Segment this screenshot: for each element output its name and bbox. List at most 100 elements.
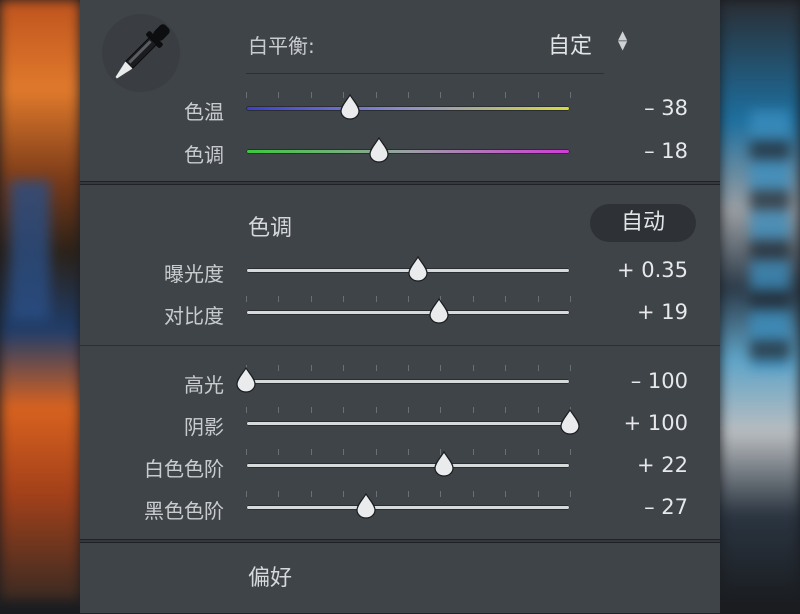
slider-tick: [505, 92, 507, 98]
blacks-slider-thumb[interactable]: [355, 493, 377, 519]
temperature-label: 色温: [184, 100, 224, 124]
updown-chevron-icon[interactable]: ▲ ▼: [618, 29, 627, 51]
highlights-slider-thumb[interactable]: [235, 367, 257, 393]
slider-tick: [278, 491, 280, 497]
divider: [246, 73, 604, 74]
slider-row-tint: 色调 – 18: [80, 131, 720, 171]
highlights-track[interactable]: [246, 379, 570, 384]
slider-tick: [408, 491, 409, 497]
exposure-label: 曝光度: [164, 262, 224, 286]
slider-tick: [278, 92, 280, 98]
slider-tick: [537, 407, 539, 413]
slider-row-blacks: 黑色色阶 – 27: [80, 487, 720, 527]
whites-slider-thumb[interactable]: [433, 451, 455, 477]
exposure-value[interactable]: + 0.35: [617, 258, 688, 282]
slider-row-highlights: 高光 – 100: [80, 361, 720, 401]
slider-tick: [246, 449, 247, 455]
slider-tick: [472, 449, 474, 455]
slider-tick: [537, 92, 539, 98]
slider-tick: [570, 296, 571, 302]
slider-tick: [310, 491, 312, 497]
slider-tick: [570, 92, 571, 98]
shadows-label: 阴影: [184, 415, 224, 439]
slider-tick: [408, 365, 409, 371]
contrast-value[interactable]: + 19: [637, 300, 688, 324]
tone-title: 色调: [248, 216, 293, 241]
develop-basic-panel: 白平衡: 自定 ▲ ▼ 色温 – 38 色调 – 18 色调 自动 曝光度 + …: [80, 0, 720, 614]
slider-tick: [310, 365, 312, 371]
slider-row-exposure: 曝光度 + 0.35: [80, 250, 720, 290]
slider-tick: [472, 296, 474, 302]
slider-tick: [472, 365, 474, 371]
slider-ticks: [246, 92, 571, 98]
slider-tick: [505, 491, 507, 497]
temperature-track[interactable]: [246, 106, 570, 111]
whites-track[interactable]: [246, 463, 570, 468]
slider-tick: [537, 296, 539, 302]
slider-ticks: [246, 407, 571, 413]
slider-tick: [440, 491, 442, 497]
slider-ticks: [246, 491, 571, 497]
slider-ticks: [246, 449, 571, 455]
slider-tick: [375, 407, 377, 413]
blacks-track[interactable]: [246, 505, 570, 510]
slider-tick: [570, 449, 571, 455]
slider-tick: [278, 365, 280, 371]
slider-tick: [505, 296, 507, 302]
auto-button[interactable]: 自动: [590, 204, 696, 242]
slider-tick: [343, 449, 345, 455]
shadows-slider-thumb[interactable]: [559, 409, 581, 435]
slider-row-contrast: 对比度 + 19: [80, 292, 720, 332]
slider-ticks: [246, 296, 571, 302]
eyedropper-button[interactable]: [102, 14, 180, 92]
slider-ticks: [246, 365, 571, 371]
tint-slider-thumb[interactable]: [368, 137, 390, 163]
slider-tick: [343, 296, 345, 302]
slider-tick: [310, 407, 312, 413]
slider-tick: [472, 92, 474, 98]
whites-label: 白色色阶: [144, 457, 224, 481]
tint-label: 色调: [184, 143, 224, 167]
temperature-value[interactable]: – 38: [644, 96, 688, 120]
slider-tick: [343, 365, 345, 371]
slider-tick: [408, 449, 409, 455]
slider-tick: [246, 407, 247, 413]
tint-track[interactable]: [246, 149, 570, 154]
slider-tick: [505, 407, 507, 413]
blacks-value[interactable]: – 27: [644, 495, 688, 519]
slider-tick: [246, 296, 247, 302]
contrast-slider-thumb[interactable]: [428, 298, 450, 324]
preference-section: [80, 542, 720, 614]
slider-tick: [310, 296, 312, 302]
white-balance-select[interactable]: 自定: [548, 28, 592, 60]
slider-tick: [310, 449, 312, 455]
eyedropper-icon: [115, 24, 170, 79]
temperature-slider-thumb[interactable]: [339, 94, 361, 120]
slider-tick: [408, 92, 409, 98]
contrast-label: 对比度: [164, 304, 224, 328]
shadows-value[interactable]: + 100: [624, 411, 688, 435]
shadows-track[interactable]: [246, 421, 570, 426]
slider-row-temperature: 色温 – 38: [80, 88, 720, 128]
exposure-slider-thumb[interactable]: [407, 256, 429, 282]
highlights-value[interactable]: – 100: [631, 369, 688, 393]
slider-tick: [343, 407, 345, 413]
slider-tick: [375, 296, 377, 302]
slider-tick: [343, 491, 345, 497]
slider-tick: [246, 491, 247, 497]
slider-tick: [310, 92, 312, 98]
slider-tick: [375, 365, 377, 371]
preference-title: 偏好: [248, 566, 293, 591]
white-balance-section: 白平衡: 自定 ▲ ▼ 色温 – 38 色调 – 18: [80, 0, 720, 182]
slider-tick: [246, 92, 247, 98]
slider-tick: [375, 449, 377, 455]
slider-tick: [505, 365, 507, 371]
white-balance-label: 白平衡:: [248, 34, 315, 58]
slider-tick: [537, 449, 539, 455]
slider-tick: [505, 449, 507, 455]
contrast-track[interactable]: [246, 310, 570, 315]
slider-tick: [408, 407, 409, 413]
slider-tick: [408, 296, 409, 302]
whites-value[interactable]: + 22: [637, 453, 688, 477]
tint-value[interactable]: – 18: [644, 139, 688, 163]
